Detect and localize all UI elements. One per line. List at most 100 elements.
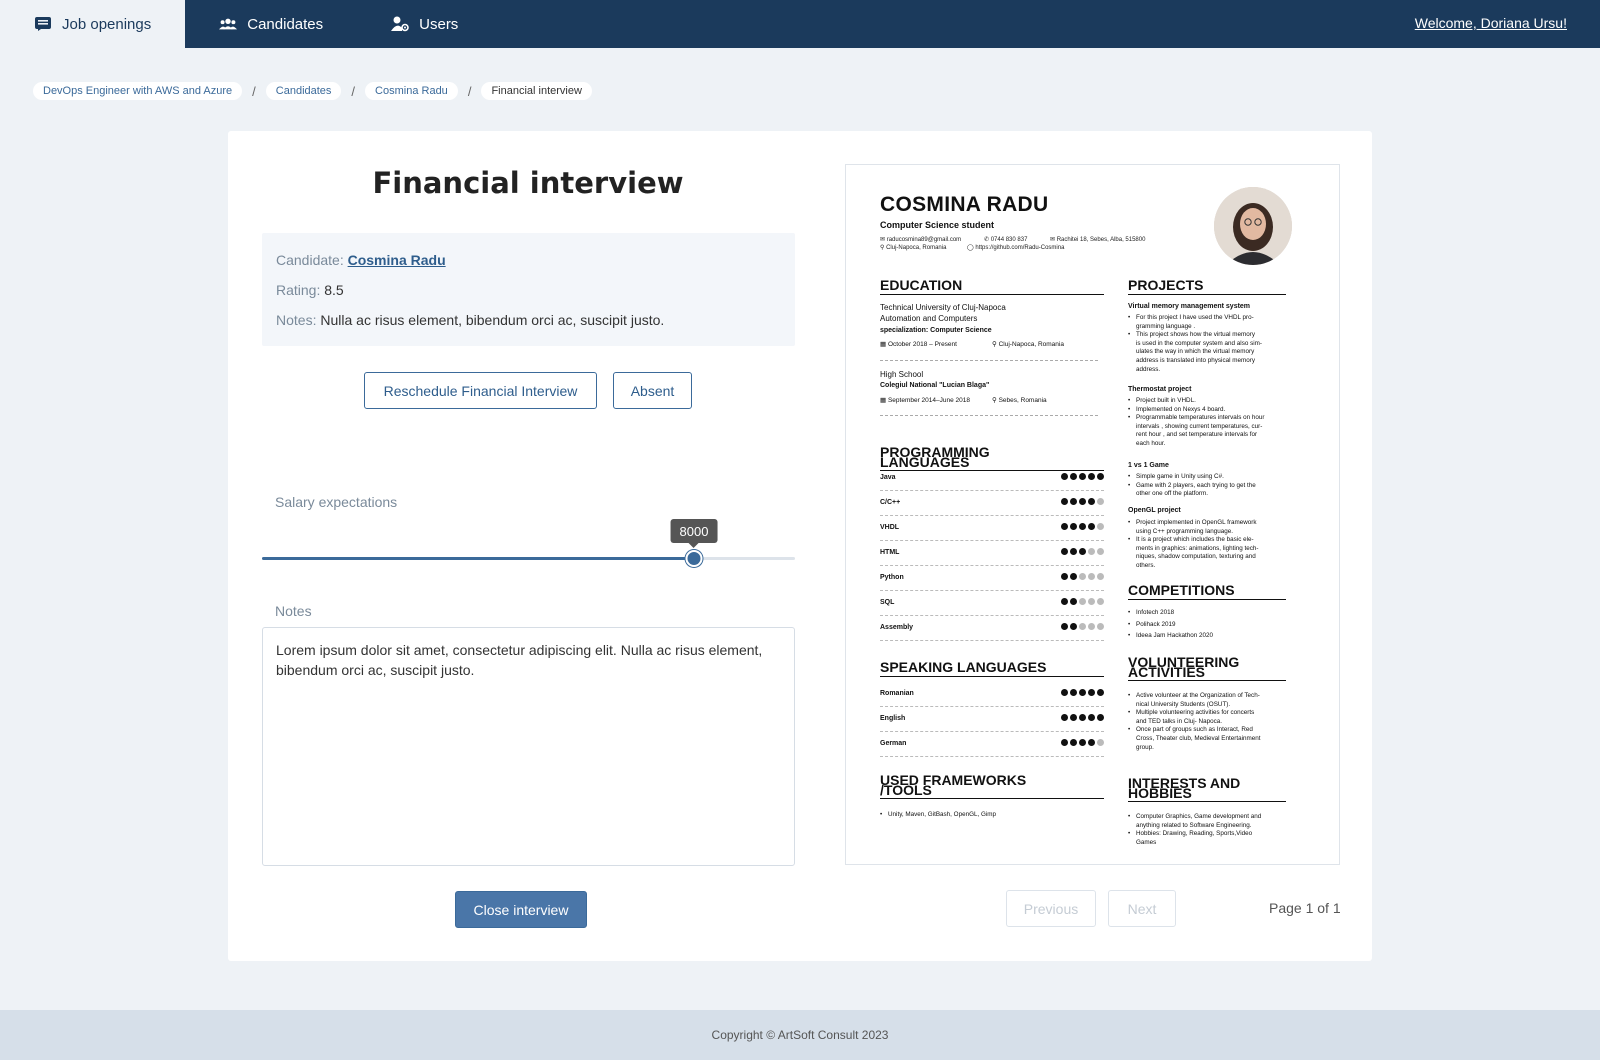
skill-dot — [1088, 598, 1095, 605]
skill-dot — [1097, 714, 1104, 721]
nav-job-openings[interactable]: Job openings — [0, 0, 186, 48]
breadcrumb: DevOps Engineer with AWS and Azure / Can… — [33, 82, 592, 100]
candidate-link[interactable]: Cosmina Radu — [348, 252, 446, 268]
resume-skill-row: German — [880, 735, 1104, 757]
skill-dot — [1097, 739, 1104, 746]
resume-skill-row: HTML — [880, 544, 1104, 566]
resume-preview: COSMINA RADU Computer Science student ✉ … — [845, 164, 1340, 865]
candidate-info-box: Candidate: Cosmina Radu Rating: 8.5 Note… — [262, 233, 795, 346]
resume-edu1-loc: ⚲ Cluj-Napoca, Romania — [992, 341, 1064, 348]
skill-dot — [1070, 473, 1077, 480]
resume-edu2-name: Colegiul National "Lucian Blaga" — [880, 382, 990, 389]
resume-address: ✉ Rachitei 18, Sebes, Alba, 515800 — [1050, 237, 1146, 243]
skill-dot — [1070, 689, 1077, 696]
skill-dot — [1088, 689, 1095, 696]
resume-project1-list: For this project I have used the VHDL pr… — [1128, 314, 1262, 374]
resume-interests-list: Computer Graphics, Game development anda… — [1128, 813, 1261, 847]
resume-skill-level — [1061, 498, 1104, 505]
resume-skill-name: English — [880, 715, 906, 722]
list-icon — [34, 15, 52, 33]
notes-textarea[interactable]: Lorem ipsum dolor sit amet, consectetur … — [262, 627, 795, 866]
skill-dot — [1079, 714, 1086, 721]
skill-dot — [1079, 498, 1086, 505]
next-page-button[interactable]: Next — [1108, 890, 1176, 927]
skill-dot — [1061, 623, 1068, 630]
breadcrumb-candidates[interactable]: Candidates — [265, 82, 342, 100]
resume-projects-heading: PROJECTS — [1128, 278, 1286, 295]
resume-skill-row: VHDL — [880, 519, 1104, 541]
footer: Copyright © ArtSoft Consult 2023 — [0, 1010, 1600, 1060]
reschedule-button[interactable]: Reschedule Financial Interview — [364, 372, 597, 409]
resume-skill-name: SQL — [880, 599, 895, 606]
skill-dot — [1079, 623, 1086, 630]
resume-skill-level — [1061, 548, 1104, 555]
resume-project2-list: Project built in VHDL. Implemented on Ne… — [1128, 397, 1264, 449]
skill-dot — [1061, 714, 1068, 721]
skill-dot — [1088, 473, 1095, 480]
resume-skill-name: Assembly — [880, 624, 914, 631]
skill-dot — [1088, 523, 1095, 530]
absent-button[interactable]: Absent — [613, 372, 692, 409]
resume-skill-level — [1061, 689, 1104, 696]
salary-slider-thumb[interactable] — [685, 550, 703, 567]
skill-dot — [1070, 598, 1077, 605]
user-cog-icon — [391, 15, 409, 33]
previous-page-button[interactable]: Previous — [1006, 890, 1096, 927]
rating-value: 8.5 — [324, 282, 344, 298]
nav-label: Candidates — [247, 15, 324, 33]
resume-competitions-list: Infotech 2018 Polihack 2019 Ideea Jam Ha… — [1128, 607, 1213, 642]
resume-skill-row: Java — [880, 469, 1104, 491]
resume-project3-title: 1 vs 1 Game — [1128, 462, 1169, 469]
resume-skill-row: Python — [880, 569, 1104, 591]
skill-dot — [1070, 739, 1077, 746]
skill-dot — [1061, 523, 1068, 530]
skill-dot — [1097, 498, 1104, 505]
skill-dot — [1097, 598, 1104, 605]
resume-volunteering-heading: VOLUNTEERING ACTIVITIES — [1128, 655, 1286, 681]
resume-email: ✉ raducosmina89@gmail.com — [880, 237, 962, 243]
breadcrumb-job[interactable]: DevOps Engineer with AWS and Azure — [33, 82, 243, 100]
salary-slider-fill — [262, 557, 694, 560]
close-interview-button[interactable]: Close interview — [455, 891, 587, 928]
resume-skill-level — [1061, 473, 1104, 480]
salary-slider[interactable] — [262, 550, 795, 567]
resume-skill-name: HTML — [880, 549, 900, 556]
skill-dot — [1088, 573, 1095, 580]
resume-edu1-spec: specialization: Computer Science — [880, 327, 992, 334]
skill-dot — [1097, 689, 1104, 696]
resume-skill-level — [1061, 523, 1104, 530]
skill-dot — [1079, 689, 1086, 696]
breadcrumb-current: Financial interview — [481, 82, 592, 100]
skill-dot — [1070, 523, 1077, 530]
skill-dot — [1061, 498, 1068, 505]
nav-users[interactable]: Users — [357, 0, 492, 48]
resume-skill-name: German — [880, 740, 907, 747]
skill-dot — [1070, 498, 1077, 505]
breadcrumb-separator: / — [351, 83, 356, 99]
resume-project4-title: OpenGL project — [1128, 507, 1181, 514]
resume-project3-list: Simple game in Unity using C#. Game with… — [1128, 473, 1256, 499]
resume-divider — [880, 415, 1098, 416]
candidate-label: Candidate: — [276, 252, 344, 268]
notes-value: Nulla ac risus element, bibendum orci ac… — [320, 312, 665, 328]
resume-city: ⚲ Cluj-Napoca, Romania — [880, 245, 947, 251]
resume-phone: ✆ 0744 830 837 — [984, 237, 1028, 243]
resume-skill-row: C/C++ — [880, 494, 1104, 516]
skill-dot — [1097, 523, 1104, 530]
resume-education-heading: EDUCATION — [880, 278, 1104, 295]
resume-edu1-school: Technical University of Cluj-Napoca — [880, 303, 1006, 312]
people-icon — [219, 15, 238, 33]
resume-skill-row: English — [880, 710, 1104, 732]
resume-name: COSMINA RADU — [880, 193, 1049, 216]
skill-dot — [1097, 548, 1104, 555]
notes-label: Notes: — [276, 312, 317, 328]
skill-dot — [1070, 573, 1077, 580]
breadcrumb-candidate[interactable]: Cosmina Radu — [365, 82, 458, 100]
nav-candidates[interactable]: Candidates — [185, 0, 357, 48]
welcome-user-link[interactable]: Welcome, Doriana Ursu! — [1415, 15, 1567, 31]
resume-skill-row: Romanian — [880, 685, 1104, 707]
resume-skill-row: Assembly — [880, 619, 1104, 641]
resume-skill-level — [1061, 573, 1104, 580]
skill-dot — [1088, 548, 1095, 555]
rating-label: Rating: — [276, 282, 321, 298]
